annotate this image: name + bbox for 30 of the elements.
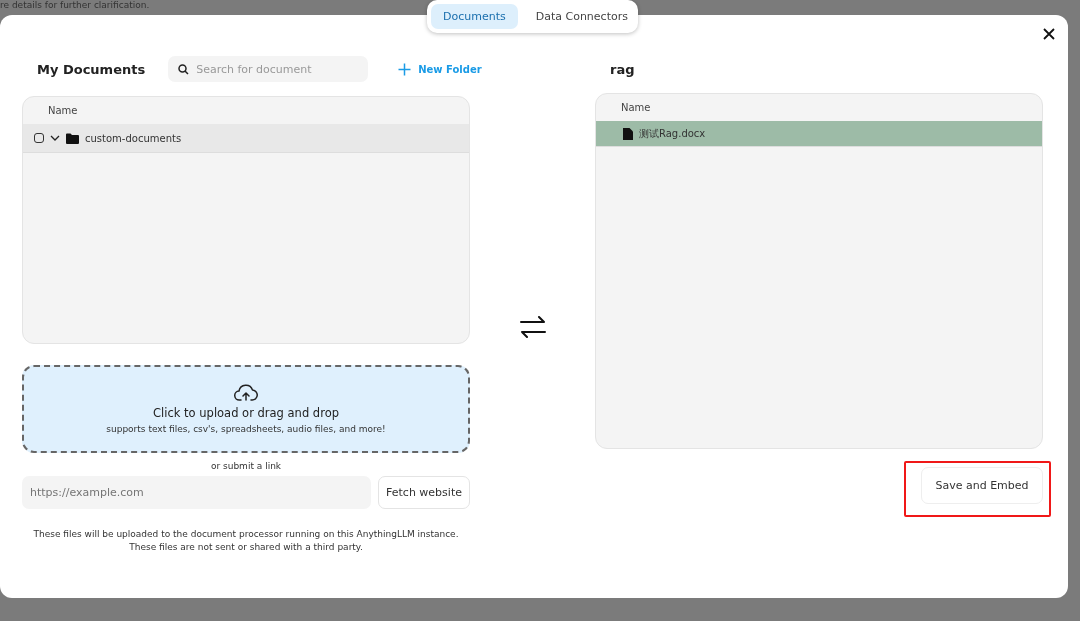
notice-text: These files will be uploaded to the document processor running on this AnythingLLM instance.	[32, 528, 460, 541]
section-title: My Documents	[37, 61, 146, 77]
search-field[interactable]: Search for document	[168, 56, 369, 82]
workspace-title: rag	[610, 61, 635, 77]
upload-dropzone[interactable]: Click to upload or drag and drop supports text files, csv's, spreadsheets, audio files, and more!	[22, 365, 470, 453]
folder-name: custom-documents	[85, 132, 182, 144]
close-icon[interactable]	[1042, 27, 1056, 41]
swap-arrows-icon[interactable]	[519, 315, 546, 338]
column-header: Name	[621, 102, 651, 113]
tab[interactable]: Data Connectors	[523, 4, 640, 29]
background-text: re details for further clarification.	[0, 0, 150, 11]
search-icon	[178, 64, 190, 75]
file-name: 测试Rag.docx	[639, 126, 706, 141]
plus-icon	[398, 62, 412, 76]
tab[interactable]: Documents	[431, 4, 518, 29]
upload-subtitle: supports text files, csv's, spreadsheets, audio files, and more!	[106, 424, 386, 434]
fetch-button[interactable]: Fetch website	[378, 476, 470, 509]
notice-text: These files are not sent or shared with a third party.	[128, 541, 364, 554]
url-field[interactable]: https://example.com	[22, 476, 371, 509]
checkbox[interactable]	[34, 133, 44, 143]
file-icon	[623, 127, 633, 140]
save-embed-button[interactable]: Save and Embed	[921, 467, 1043, 504]
folder-icon	[66, 132, 79, 144]
folder-row[interactable]: custom-documents	[23, 124, 469, 153]
cloud-upload-icon	[234, 384, 258, 402]
chevron-icon[interactable]	[50, 135, 60, 141]
link-hint: or submit a link	[209, 461, 283, 471]
upload-title: Click to upload or drag and drop	[153, 406, 339, 420]
file-row[interactable]: 测试Rag.docx	[596, 121, 1042, 147]
column-header: Name	[48, 105, 78, 116]
